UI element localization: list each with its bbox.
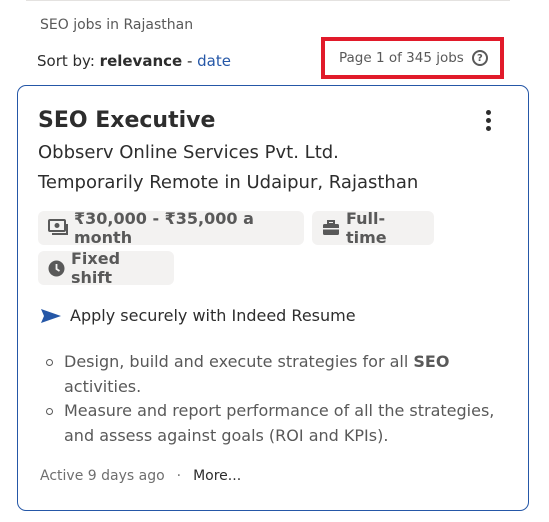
job-type-tag: Full-time (312, 209, 434, 247)
apply-text: Apply securely with Indeed Resume (70, 306, 356, 325)
job-footer: Active 9 days ago · More... (40, 468, 241, 484)
more-options-icon[interactable] (481, 110, 495, 134)
posted-date: Active 9 days ago (40, 468, 165, 484)
pagination-count: Page 1 of 345 jobs ? (321, 37, 504, 79)
snippet-bullet: Measure and report performance of all th… (46, 399, 506, 448)
sort-separator: - (182, 52, 198, 70)
easy-apply-label: Apply securely with Indeed Resume (40, 306, 356, 325)
question-circle-icon[interactable]: ? (471, 50, 488, 66)
page-count-text: Page 1 of 345 jobs (339, 50, 464, 66)
footer-separator: · (176, 468, 182, 484)
clock-icon (48, 260, 65, 277)
money-icon (48, 219, 68, 237)
sort-bar: Sort by: relevance - date (37, 52, 231, 70)
send-arrow-icon (41, 308, 61, 323)
job-card[interactable]: SEO Executive Obbserv Online Services Pv… (17, 85, 529, 511)
job-type-text: Full-time (346, 209, 387, 247)
salary-text: ₹30,000 - ₹35,000 a month (74, 209, 254, 247)
job-snippet: Design, build and execute strategies for… (46, 350, 506, 448)
shift-tag: Fixed shift (38, 249, 174, 287)
shift-text: Fixed shift (71, 249, 121, 287)
company-name: Obbserv Online Services Pvt. Ltd. (38, 142, 339, 163)
job-location: Temporarily Remote in Udaipur, Rajasthan (38, 172, 419, 193)
sort-by-date-link[interactable]: date (197, 52, 231, 70)
snippet-bullet: Design, build and execute strategies for… (46, 350, 506, 399)
sort-relevance: relevance (99, 52, 183, 70)
top-divider (26, 0, 510, 1)
sort-prefix: Sort by: (37, 52, 95, 70)
search-query-label: SEO jobs in Rajasthan (40, 17, 194, 33)
job-title[interactable]: SEO Executive (38, 108, 215, 133)
salary-tag: ₹30,000 - ₹35,000 a month (38, 209, 304, 247)
more-link[interactable]: More... (193, 468, 241, 484)
briefcase-icon (322, 220, 340, 236)
